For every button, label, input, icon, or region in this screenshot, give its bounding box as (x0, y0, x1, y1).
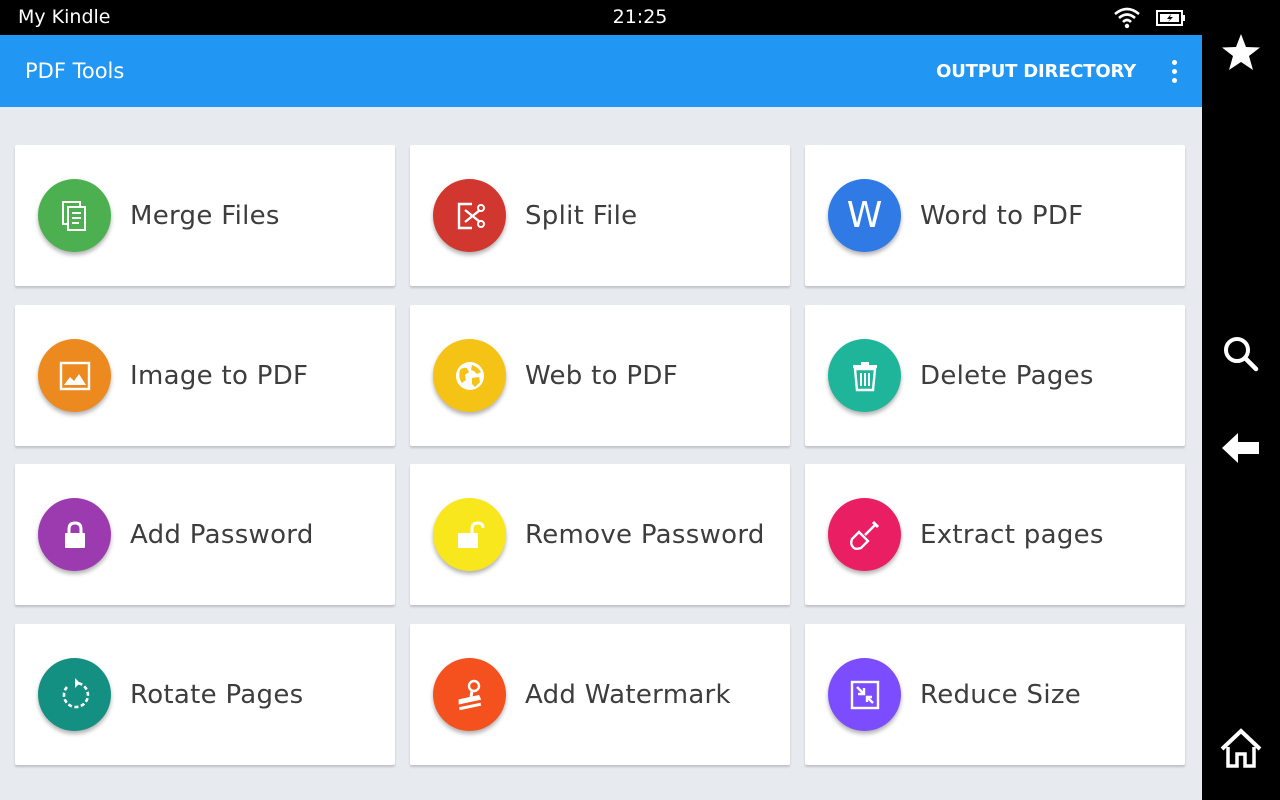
more-vert-icon[interactable] (1164, 57, 1184, 87)
output-directory-button[interactable]: OUTPUT DIRECTORY (936, 61, 1136, 82)
status-clock: 21:25 (612, 6, 668, 28)
scissors-icon (433, 179, 506, 252)
star-icon[interactable] (1219, 31, 1263, 75)
tool-label: Delete Pages (920, 361, 1094, 391)
tool-tile-remove-password[interactable]: Remove Password (410, 464, 790, 605)
tool-tile-merge-files[interactable]: Merge Files (15, 145, 395, 286)
tool-label: Add Watermark (525, 680, 731, 710)
trash-icon (828, 339, 901, 412)
lock-icon (38, 498, 111, 571)
compress-icon (828, 658, 901, 731)
system-nav-bar (1202, 0, 1280, 800)
rotate-icon (38, 658, 111, 731)
tool-tile-reduce-size[interactable]: Reduce Size (805, 624, 1185, 765)
tool-label: Split File (525, 201, 638, 231)
app-title: PDF Tools (25, 59, 125, 83)
tool-tile-add-watermark[interactable]: Add Watermark (410, 624, 790, 765)
tool-label: Remove Password (525, 520, 765, 550)
back-arrow-icon[interactable] (1219, 426, 1263, 470)
documents-icon (38, 179, 111, 252)
tool-label: Word to PDF (920, 201, 1084, 231)
tool-label: Reduce Size (920, 680, 1082, 710)
tool-tile-split-file[interactable]: Split File (410, 145, 790, 286)
image-icon (38, 339, 111, 412)
tools-grid: Merge Files Split File W Word to PDF Ima… (0, 107, 1202, 800)
app-bar: PDF Tools OUTPUT DIRECTORY (0, 35, 1202, 107)
tool-tile-extract-pages[interactable]: Extract pages (805, 464, 1185, 605)
tool-label: Merge Files (130, 201, 280, 231)
tool-tile-image-to-pdf[interactable]: Image to PDF (15, 305, 395, 446)
tool-label: Web to PDF (525, 361, 678, 391)
status-bar: My Kindle 21:25 (0, 0, 1202, 35)
unlock-icon (433, 498, 506, 571)
wifi-icon (1114, 7, 1140, 29)
tool-tile-web-to-pdf[interactable]: Web to PDF (410, 305, 790, 446)
tool-tile-add-password[interactable]: Add Password (15, 464, 395, 605)
tool-tile-word-to-pdf[interactable]: W Word to PDF (805, 145, 1185, 286)
word-w-icon: W (828, 179, 901, 252)
tool-label: Add Password (130, 520, 314, 550)
stamp-icon (433, 658, 506, 731)
tool-label: Extract pages (920, 520, 1104, 550)
tool-tile-delete-pages[interactable]: Delete Pages (805, 305, 1185, 446)
shovel-icon (828, 498, 901, 571)
tool-label: Image to PDF (130, 361, 309, 391)
battery-charging-icon (1156, 10, 1185, 26)
tool-tile-rotate-pages[interactable]: Rotate Pages (15, 624, 395, 765)
home-icon[interactable] (1219, 727, 1263, 771)
globe-icon (433, 339, 506, 412)
search-icon[interactable] (1219, 331, 1263, 375)
tool-label: Rotate Pages (130, 680, 304, 710)
